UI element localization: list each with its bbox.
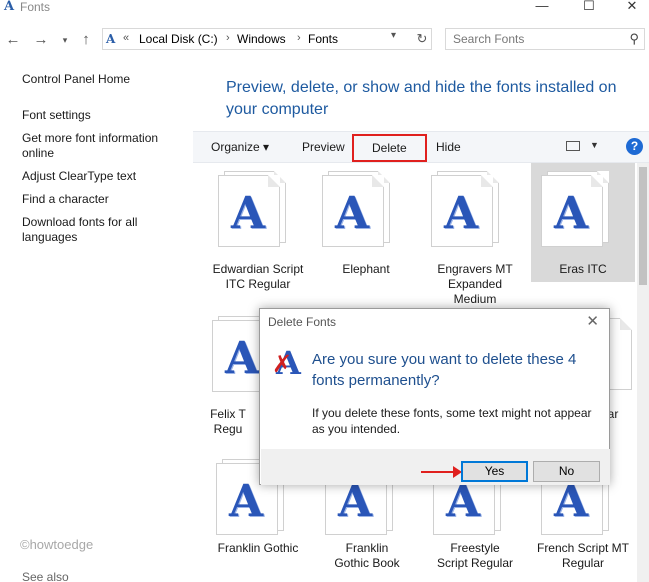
up-arrow-icon[interactable]: ↑ xyxy=(76,30,96,50)
font-name: French Script MT Regular xyxy=(536,541,629,570)
search-icon[interactable]: ⚲ xyxy=(629,31,639,47)
dialog-info: If you delete these fonts, some text mig… xyxy=(312,406,592,436)
font-name: Edwardian Script ITC Regular xyxy=(212,262,304,291)
delete-button[interactable]: Delete xyxy=(352,134,427,162)
sidebar-item-control-panel-home[interactable]: Control Panel Home xyxy=(22,72,182,87)
watermark: ©howtoedge xyxy=(20,537,94,552)
back-arrow-icon[interactable]: ← xyxy=(3,30,23,50)
dialog-close-icon[interactable]: ✕ xyxy=(586,312,599,330)
font-file-icon: A xyxy=(218,171,286,247)
font-name: Elephant xyxy=(342,262,390,276)
forward-arrow-icon[interactable]: → xyxy=(31,30,51,50)
scrollbar-thumb[interactable] xyxy=(639,167,647,285)
recent-locations-chevron-icon[interactable]: ▾ xyxy=(55,30,75,50)
fonts-folder-icon: A xyxy=(106,32,116,46)
font-tile[interactable]: A Edwardian Script ITC Regular xyxy=(208,165,308,305)
dialog-question: Are you sure you want to delete these 4 … xyxy=(312,351,577,389)
address-dropdown-icon[interactable]: ▾ xyxy=(391,30,396,41)
organize-menu[interactable]: Organize ▾ xyxy=(211,132,269,164)
dialog-footer: Yes No xyxy=(261,449,610,485)
sidebar-item-more-font-info[interactable]: Get more font information online xyxy=(22,131,182,161)
page-title: Preview, delete, or show and hide the fo… xyxy=(226,79,617,118)
sidebar-item-download-fonts[interactable]: Download fonts for all languages xyxy=(22,215,152,245)
delete-fonts-dialog: Delete Fonts ✕ A ✗ Are you sure you want… xyxy=(259,308,610,485)
breadcrumb-separator-icon: › xyxy=(297,32,301,44)
font-tile[interactable]: A Elephant xyxy=(316,165,416,305)
maximize-button[interactable]: ☐ xyxy=(569,0,609,16)
vertical-scrollbar[interactable] xyxy=(637,163,649,582)
font-tile-selected[interactable]: A Eras ITC xyxy=(531,163,635,282)
help-icon[interactable]: ? xyxy=(626,138,643,155)
arrow-annotation xyxy=(421,471,455,473)
change-view-icon[interactable] xyxy=(566,141,580,151)
view-options-dropdown-icon[interactable]: ▼ xyxy=(590,140,599,150)
delete-font-icon: A ✗ xyxy=(272,344,301,382)
yes-button[interactable]: Yes xyxy=(461,461,528,482)
breadcrumb-windows[interactable]: Windows xyxy=(237,32,286,46)
sidebar-item-find-character[interactable]: Find a character xyxy=(22,192,182,207)
dialog-title: Delete Fonts xyxy=(268,315,337,329)
sidebar-item-font-settings[interactable]: Font settings xyxy=(22,108,182,123)
font-file-icon: A xyxy=(322,171,390,247)
font-name: Franklin Gothic Book xyxy=(334,541,400,570)
font-file-icon: A xyxy=(431,171,499,247)
breadcrumb-separator-icon: › xyxy=(226,32,230,44)
address-bar[interactable]: A « Local Disk (C:) › Windows › Fonts xyxy=(102,28,432,50)
breadcrumb-local-disk[interactable]: Local Disk (C:) xyxy=(139,32,218,46)
sidebar-item-cleartype[interactable]: Adjust ClearType text xyxy=(22,169,182,184)
font-name: Engravers MT Expanded Medium xyxy=(437,262,513,306)
breadcrumb-overflow[interactable]: « xyxy=(123,32,129,44)
font-name: Freestyle Script Regular xyxy=(436,541,514,570)
no-button[interactable]: No xyxy=(533,461,600,482)
window-title: Fonts xyxy=(20,0,51,14)
refresh-icon[interactable]: ↻ xyxy=(413,30,431,48)
hide-button[interactable]: Hide xyxy=(436,132,461,164)
breadcrumb-fonts[interactable]: Fonts xyxy=(308,32,338,46)
close-button[interactable]: ✕ xyxy=(612,0,649,16)
font-name: Felix T Regu xyxy=(210,407,246,436)
command-toolbar: Organize ▾ Preview Delete Hide xyxy=(193,131,649,163)
font-name: Franklin Gothic xyxy=(217,541,299,555)
title-bar: A Fonts — ☐ ✕ xyxy=(0,0,649,22)
search-input[interactable]: Search Fonts ⚲ xyxy=(445,28,645,50)
font-tile[interactable]: A Engravers MT Expanded Medium xyxy=(425,165,525,306)
minimize-button[interactable]: — xyxy=(522,0,562,16)
see-also-heading: See also xyxy=(22,570,69,582)
font-file-icon: A xyxy=(541,171,609,247)
search-placeholder: Search Fonts xyxy=(453,32,525,46)
fonts-app-icon: A xyxy=(4,0,15,14)
preview-button[interactable]: Preview xyxy=(302,132,345,164)
font-name: Eras ITC xyxy=(559,262,607,276)
